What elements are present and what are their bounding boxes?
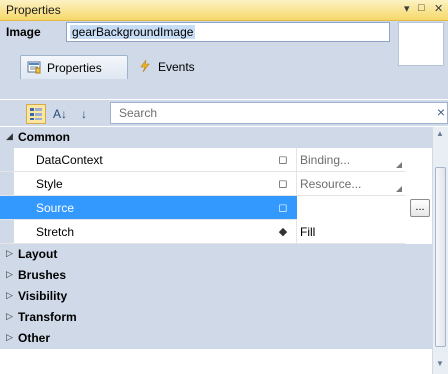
properties-panel: Properties ▾ □ ✕ Image gearBackgroundIma…	[0, 0, 448, 374]
expand-arrow-icon[interactable]: ▷	[6, 311, 13, 322]
element-type-label: Image	[6, 25, 41, 39]
category-label: Transform	[18, 310, 77, 324]
sort-alphabetical-button[interactable]: A↓	[50, 104, 70, 124]
property-value[interactable]: Resource...	[300, 177, 361, 191]
category-visibility[interactable]: ▷ Visibility	[0, 286, 432, 307]
collapse-arrow-icon[interactable]: ◢	[6, 131, 13, 142]
property-name: Stretch	[36, 225, 75, 239]
category-common[interactable]: ◢ Common	[0, 127, 432, 148]
properties-icon	[27, 61, 41, 74]
resize-grip-icon	[396, 162, 402, 168]
element-preview	[398, 22, 444, 66]
tab-events-label: Events	[158, 60, 195, 74]
category-label: Layout	[18, 247, 58, 261]
scrollbar-thumb[interactable]	[435, 167, 446, 347]
lightning-icon	[140, 59, 150, 73]
property-value[interactable]: Fill	[300, 225, 315, 239]
category-label: Brushes	[18, 268, 67, 282]
window-position-dropdown-icon[interactable]: ▾	[404, 2, 410, 15]
category-label: Visibility	[18, 289, 68, 303]
category-label: Common	[18, 130, 70, 144]
advanced-options-icon[interactable]: ◻	[276, 153, 290, 167]
column-divider	[296, 220, 297, 244]
element-name-input[interactable]: gearBackgroundImage	[66, 22, 390, 42]
tab-properties-label: Properties	[47, 61, 102, 75]
advanced-options-icon[interactable]: ◻	[276, 201, 290, 215]
categorized-view-icon	[30, 108, 42, 120]
advanced-options-icon[interactable]: ◻	[276, 177, 290, 191]
column-divider	[296, 172, 297, 196]
property-name: Style	[36, 177, 63, 191]
property-grid: ◢ Common DataContext ◻ Binding... Style …	[0, 127, 432, 374]
tab-properties[interactable]: Properties	[20, 55, 128, 79]
element-name-value: gearBackgroundImage	[70, 25, 196, 39]
property-name: DataContext	[36, 153, 103, 167]
property-row-style[interactable]: Style ◻ Resource...	[0, 172, 406, 196]
search-placeholder: Search	[119, 106, 158, 120]
column-divider	[296, 148, 297, 172]
category-brushes[interactable]: ▷ Brushes	[0, 265, 432, 286]
scroll-up-icon[interactable]: ▲	[436, 129, 444, 138]
local-value-marker-icon[interactable]: ◆	[276, 225, 290, 239]
property-value-editor[interactable]	[297, 196, 406, 220]
title-bar[interactable]: Properties ▾ □ ✕	[0, 0, 448, 21]
property-row-datacontext[interactable]: DataContext ◻ Binding...	[0, 148, 406, 172]
tab-events[interactable]: Events	[132, 55, 212, 79]
property-value[interactable]: Binding...	[300, 153, 350, 167]
vertical-scrollbar[interactable]: ▲ ▼	[432, 127, 448, 374]
expand-arrow-icon[interactable]: ▷	[6, 248, 13, 259]
close-icon[interactable]: ✕	[434, 2, 443, 15]
category-label: Other	[18, 331, 51, 345]
resize-grip-icon	[396, 186, 402, 192]
panel-title: Properties	[6, 3, 61, 17]
category-transform[interactable]: ▷ Transform	[0, 307, 432, 328]
scroll-down-icon[interactable]: ▼	[436, 359, 444, 368]
property-search-input[interactable]: Search ×	[110, 102, 448, 124]
property-row-source[interactable]: Source ◻	[0, 196, 406, 220]
browse-ellipsis-button[interactable]: ...	[410, 199, 430, 217]
expand-arrow-icon[interactable]: ▷	[6, 290, 13, 301]
maximize-icon[interactable]: □	[418, 2, 425, 14]
sort-alphabetical-icon: A↓	[52, 107, 67, 121]
sort-by-source-icon: ↓	[81, 107, 87, 121]
expand-arrow-icon[interactable]: ▷	[6, 332, 13, 343]
property-name: Source	[36, 201, 75, 215]
category-other[interactable]: ▷ Other	[0, 328, 432, 349]
property-row-stretch[interactable]: Stretch ◆ Fill	[0, 220, 406, 244]
clear-search-icon[interactable]: ×	[437, 104, 445, 120]
category-layout[interactable]: ▷ Layout	[0, 244, 432, 265]
sort-by-source-button[interactable]: ↓	[74, 104, 94, 124]
expand-arrow-icon[interactable]: ▷	[6, 269, 13, 280]
categorized-view-button[interactable]	[26, 104, 46, 124]
